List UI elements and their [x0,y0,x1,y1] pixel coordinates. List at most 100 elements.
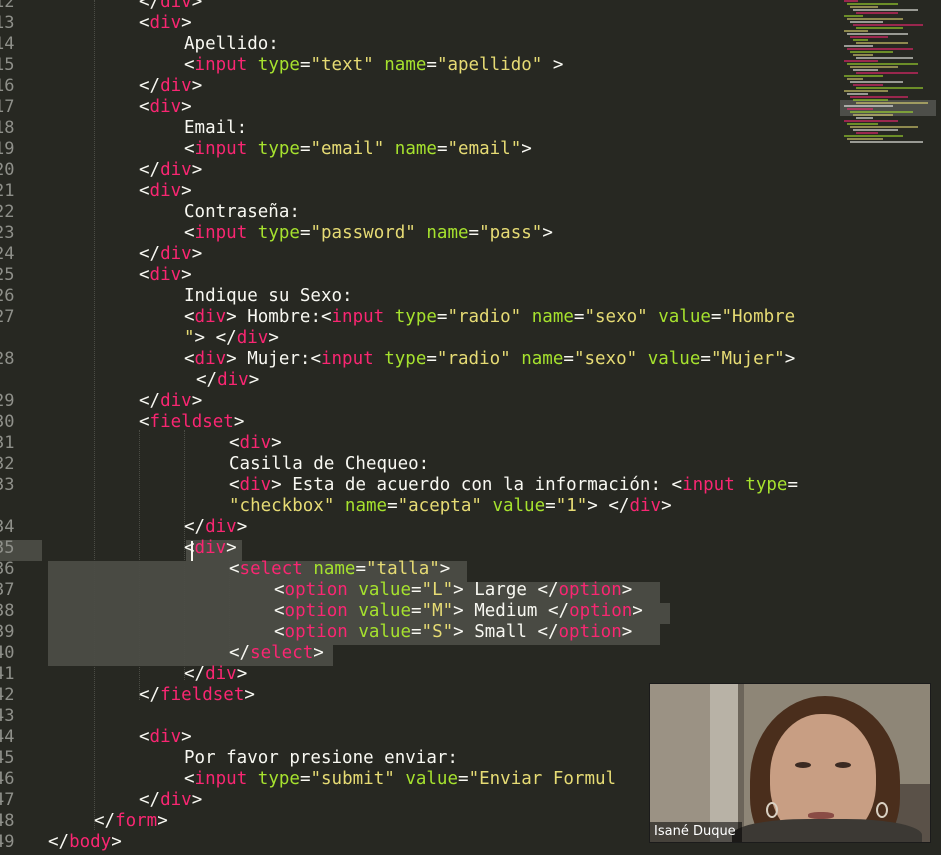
code-token: div [239,475,272,495]
code-token: Contraseña: [184,202,300,222]
line-number: 30 [0,412,15,432]
code-text: <option value="L"> Large </option> [274,580,632,601]
code-token: option [558,622,622,642]
minimap-line [850,66,898,68]
code-line: 32 Casilla de Chequeo: [0,454,840,475]
minimap[interactable] [838,0,941,150]
code-token: name [384,55,427,75]
code-token: value [358,622,411,642]
code-line: 34 </div> [0,517,840,538]
code-token: "radio" [447,307,522,327]
minimap-line [850,126,918,128]
code-token: > [244,685,255,705]
code-token: div [149,97,182,117]
code-token: < [184,349,195,369]
minimap-line [853,24,923,26]
code-text: <input type="text" name="apellido" > [184,55,563,76]
code-token: "checkbox" [229,496,335,516]
code-line: 22 Contraseña: [0,202,840,223]
minimap-line [847,63,918,65]
code-token: select [239,559,303,579]
code-token: < [139,727,150,747]
code-token: div [149,181,182,201]
line-number: 48 [0,811,15,831]
line-number: 28 [0,349,15,369]
code-token: > [542,223,553,243]
code-token: </ [139,391,161,411]
code-token: = [468,223,480,243]
minimap-line [847,108,873,110]
code-text: <div> [139,727,192,748]
code-token: < [184,139,195,159]
code-token: div [194,538,227,558]
code-token: type [257,223,300,243]
code-line: 25 <div> [0,265,840,286]
code-text: <option value="M"> Medium </option> [274,601,643,622]
minimap-line [850,81,903,83]
participant-name-label: Isané Duque [650,822,742,842]
code-token: > [191,391,203,411]
code-line: 39<option value="S"> Small </option> [0,622,840,643]
line-number: 12 [0,0,15,12]
code-token: > [632,601,643,621]
code-token: div [160,391,192,411]
code-token: </ [184,664,206,684]
minimap-line [850,36,888,38]
line-number: 25 [0,265,15,285]
code-token: type [257,55,300,75]
code-token: Email: [184,118,248,138]
code-text: </div> [139,790,202,811]
code-token: "acepta" [397,496,482,516]
line-number: 20 [0,160,15,180]
code-token: type [257,769,300,789]
code-token: div [160,160,192,180]
minimap-line [856,132,878,134]
code-token: < [139,97,150,117]
code-token: > [621,622,633,642]
code-token: > [181,727,192,747]
code-token: </ [48,832,70,852]
code-token: < [184,55,195,75]
code-token: div [217,370,249,390]
code-token: form [115,811,158,831]
line-number: 19 [0,139,15,159]
code-token: </ [139,790,161,810]
code-token: div [194,349,227,369]
code-token: "M" [421,601,454,621]
code-text: </fieldset> [139,685,255,706]
code-token: div [160,244,192,264]
line-number: 47 [0,790,15,810]
line-number: 26 [0,286,15,306]
line-number: 37 [0,580,15,600]
code-token: = [411,601,422,621]
code-token: div [236,328,269,348]
code-text: <input type="email" name="email"> [184,139,532,160]
code-token: < [184,769,195,789]
minimap-line [856,57,913,59]
code-line: "> </div> [0,328,840,349]
line-number: 14 [0,34,15,54]
code-token: "sexo" [573,349,638,369]
code-text: Apellido: [184,34,279,55]
code-token: div [205,664,237,684]
code-token: > Small </ [453,622,559,642]
code-line: 20 </div> [0,160,840,181]
code-token: > [181,13,192,33]
minimap-line [853,84,883,86]
code-text: </div> [139,76,202,97]
code-token: option [284,601,348,621]
code-token: = [299,139,311,159]
minimap-line [856,87,923,89]
code-text: <select name="talla"> [229,559,450,580]
code-token: </ [139,0,161,12]
minimap-line [844,15,863,17]
code-token: = [299,55,311,75]
minimap-line [847,78,863,80]
code-text: Indique su Sexo: [184,286,353,307]
code-line: "checkbox" name="acepta" value="1"> </di… [0,496,840,517]
code-text: </select> [229,643,324,664]
